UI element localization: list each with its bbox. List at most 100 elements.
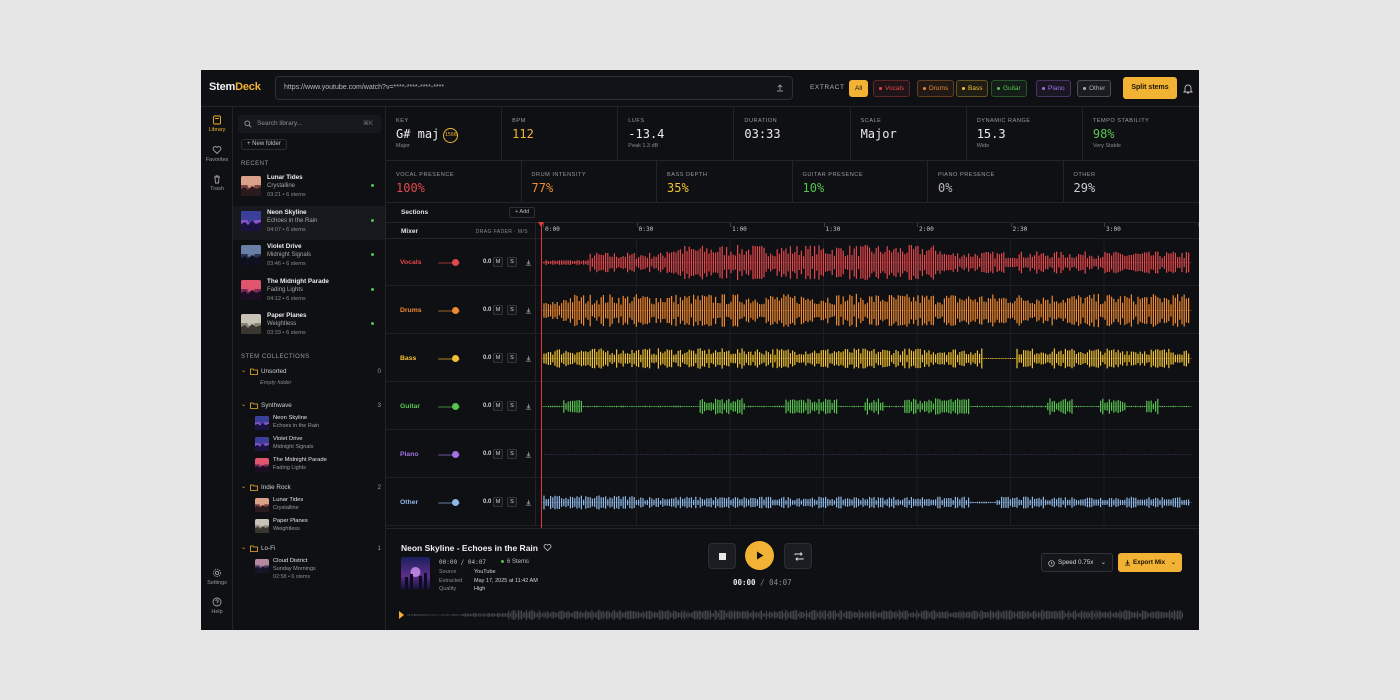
- recent-item[interactable]: Neon Skyline Echoes in the Rain 04:07 • 6 …: [233, 205, 385, 240]
- collection-item[interactable]: The Midnight Parade Fading Lights: [255, 456, 375, 477]
- extract-chip-drums[interactable]: Drums: [917, 80, 955, 97]
- folder-synthwave[interactable]: ⌄ Synthwave 3: [241, 401, 381, 413]
- extract-chip-piano[interactable]: Piano: [1036, 80, 1071, 97]
- playhead-handle[interactable]: [538, 222, 544, 227]
- collection-item[interactable]: Neon Skyline Echoes in the Rain: [255, 414, 375, 435]
- folder-indie-rock[interactable]: ⌄ Indie Rock 2: [241, 483, 381, 495]
- collection-item[interactable]: Violet Drive Midnight Signals: [255, 435, 375, 456]
- fader-knob[interactable]: [452, 451, 459, 458]
- mute-button[interactable]: M: [493, 305, 503, 315]
- brand-logo[interactable]: StemDeck: [209, 81, 261, 93]
- mixer-title: Mixer: [401, 228, 418, 235]
- recent-item[interactable]: Lunar Tides Crystalline 03:21 • 6 stems: [233, 171, 385, 205]
- tick-mark: [917, 223, 918, 227]
- solo-button[interactable]: S: [507, 353, 517, 363]
- presence-label: GUITAR PRESENCE: [802, 172, 864, 178]
- extract-chip-all[interactable]: All: [849, 80, 869, 97]
- stat-sub: Major: [396, 143, 410, 149]
- solo-button[interactable]: S: [507, 497, 517, 507]
- chevron-down-icon[interactable]: ⌄: [241, 367, 246, 374]
- upload-icon[interactable]: [775, 83, 785, 93]
- collection-item[interactable]: Paper Planes Weightless: [255, 517, 375, 538]
- fader-knob[interactable]: [452, 499, 459, 506]
- solo-button[interactable]: S: [507, 305, 517, 315]
- mini-playhead-icon: [399, 611, 404, 619]
- stat-scale: SCALE Major: [851, 107, 967, 160]
- rail-library[interactable]: Library: [201, 115, 233, 133]
- heart-icon[interactable]: [543, 543, 552, 552]
- split-stems-button[interactable]: Split stems: [1123, 77, 1177, 99]
- track-piano: Piano 0.0 M S: [386, 431, 1199, 478]
- stat-tempo-stability: TEMPO STABILITY 98% Very Stable: [1083, 107, 1199, 160]
- recent-item[interactable]: The Midnight Parade Fading Lights 04:12 • …: [233, 275, 385, 309]
- waveform-piano[interactable]: [536, 431, 1192, 478]
- export-mix-button[interactable]: Export Mix ⌄: [1118, 553, 1182, 572]
- album-thumbnail: [241, 245, 261, 265]
- rail-favorites[interactable]: Favorites: [201, 145, 233, 163]
- waveform-vocals[interactable]: [536, 239, 1192, 286]
- mute-button[interactable]: M: [493, 497, 503, 507]
- collection-item-sub: Midnight Signals: [273, 444, 314, 450]
- stop-button[interactable]: [708, 543, 736, 569]
- stat-label: LUFS: [628, 118, 645, 124]
- chevron-down-icon[interactable]: ⌄: [241, 544, 246, 551]
- recent-item[interactable]: Violet Drive Midnight Signals 03:46 • 6 st…: [233, 240, 385, 274]
- loop-button[interactable]: [784, 543, 812, 569]
- collection-item[interactable]: Cloud District Sunday Mornings 02:58 • 6 s…: [255, 557, 375, 583]
- stat-value-text: 98%: [1092, 127, 1115, 141]
- chevron-down-icon[interactable]: ⌄: [241, 401, 246, 408]
- mixer-hint: DRAG FADER · M/S: [475, 229, 528, 235]
- waveform-guitar[interactable]: [536, 383, 1192, 430]
- presence-drum-intensity: DRUM INTENSITY 77%: [522, 161, 657, 202]
- rail-help[interactable]: Help: [201, 597, 233, 615]
- play-button[interactable]: [745, 541, 774, 570]
- mute-button[interactable]: M: [493, 449, 503, 459]
- mini-waveform[interactable]: [398, 607, 1186, 623]
- solo-button[interactable]: S: [507, 401, 517, 411]
- download-icon[interactable]: [525, 499, 532, 506]
- waveform-bass[interactable]: [536, 335, 1192, 382]
- bell-icon[interactable]: [1183, 83, 1193, 94]
- folder-unsorted[interactable]: ⌄ Unsorted 0: [241, 367, 381, 379]
- download-icon[interactable]: [525, 355, 532, 362]
- timeline-ruler[interactable]: 0:000:301:001:302:002:303:003:30: [536, 222, 1199, 239]
- meta-value: May 17, 2025 at 11:42 AM: [474, 577, 538, 584]
- speed-select[interactable]: Speed 0.75x ⌄: [1041, 553, 1113, 572]
- waveform-drums[interactable]: [536, 287, 1192, 334]
- stat-value: G# maj 1566: [396, 127, 459, 143]
- extract-chip-guitar[interactable]: Guitar: [991, 80, 1027, 97]
- mute-button[interactable]: M: [493, 401, 503, 411]
- chevron-down-icon[interactable]: ⌄: [241, 483, 246, 490]
- extract-chip-vocals[interactable]: Vocals: [873, 80, 911, 97]
- waveform-other[interactable]: [536, 479, 1192, 526]
- collection-item[interactable]: Lunar Tides Crystalline: [255, 496, 375, 517]
- download-icon[interactable]: [525, 451, 532, 458]
- rail-trash[interactable]: Trash: [201, 174, 233, 192]
- download-icon[interactable]: [525, 307, 532, 314]
- fader-knob[interactable]: [452, 355, 459, 362]
- url-input[interactable]: https://www.youtube.com/watch?v=****-***…: [275, 76, 793, 100]
- download-icon[interactable]: [525, 403, 532, 410]
- solo-button[interactable]: S: [507, 257, 517, 267]
- playhead[interactable]: [541, 222, 542, 528]
- mute-button[interactable]: M: [493, 257, 503, 267]
- solo-button[interactable]: S: [507, 449, 517, 459]
- stat-sub: Peak 1.3 dB: [628, 143, 659, 149]
- mute-button[interactable]: M: [493, 353, 503, 363]
- chip-label: Piano: [1048, 85, 1065, 92]
- fader-knob[interactable]: [452, 403, 459, 410]
- top-bar: StemDeck https://www.youtube.com/watch?v…: [201, 70, 1199, 107]
- fader-knob[interactable]: [452, 259, 459, 266]
- extract-chip-bass[interactable]: Bass: [956, 80, 989, 97]
- collection-item-sub: Weightless: [273, 526, 300, 532]
- recent-item[interactable]: Paper Planes Weightless 03:33 • 6 stems: [233, 309, 385, 343]
- fader-knob[interactable]: [452, 307, 459, 314]
- new-folder-button[interactable]: + New folder: [241, 139, 287, 150]
- download-icon[interactable]: [525, 259, 532, 266]
- folder-lo-fi[interactable]: ⌄ Lo-Fi 1: [241, 544, 381, 556]
- extract-chip-other[interactable]: Other: [1077, 80, 1112, 97]
- rail-settings[interactable]: Settings: [201, 568, 233, 586]
- add-section-button[interactable]: + Add: [509, 207, 536, 218]
- stat-value: 15.3: [977, 127, 1006, 141]
- search-input[interactable]: Search library... ⌘K: [238, 115, 381, 133]
